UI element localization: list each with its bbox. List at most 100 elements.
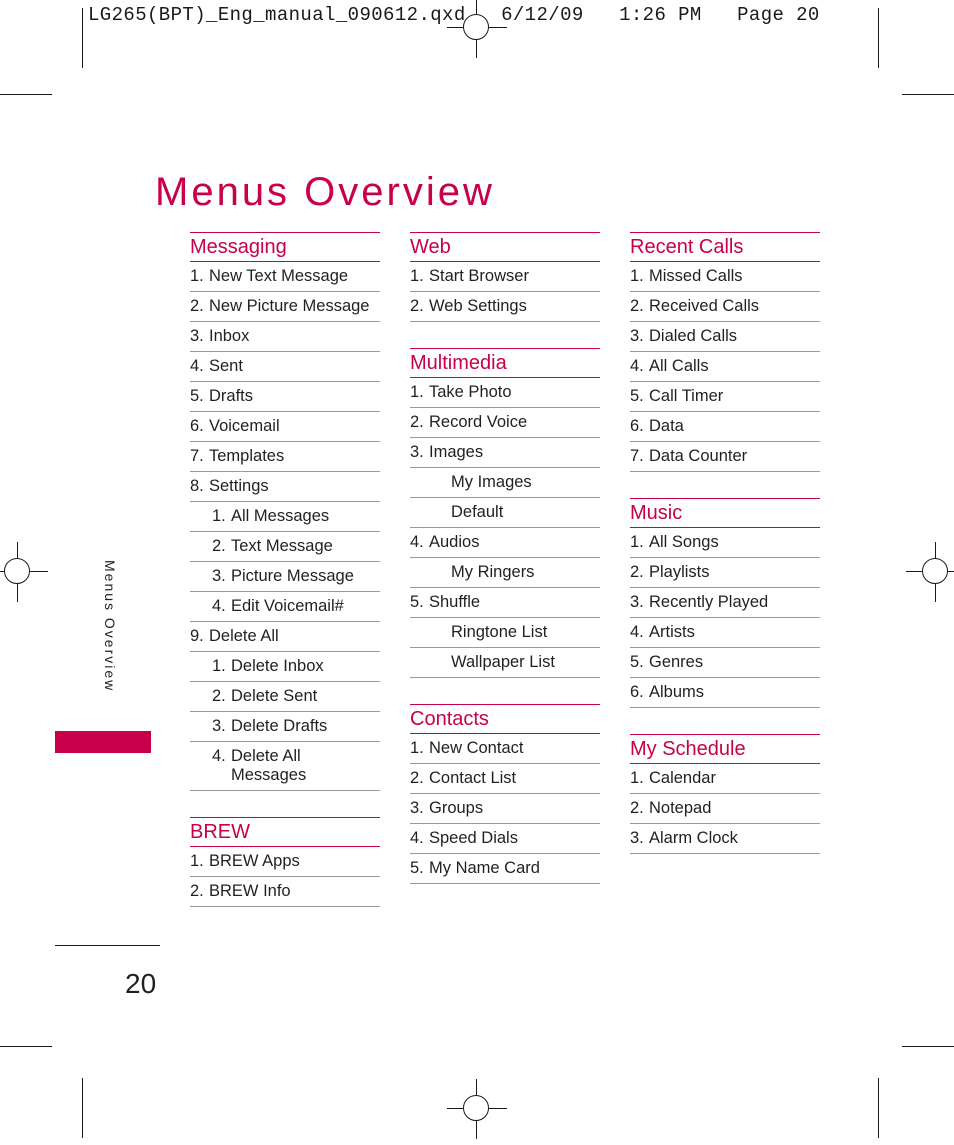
menu-item: 2. Contact List [410, 764, 600, 794]
menu-item: 8. Settings [190, 472, 380, 502]
menu-item-label: My Name Card [429, 859, 540, 877]
menu-item: 1. BREW Apps [190, 847, 380, 877]
menu-item-label: Contact List [429, 769, 517, 787]
menu-item-number: 1. [410, 739, 424, 757]
menu-item-number: 4. [410, 829, 424, 847]
menu-item: 2. New Picture Message [190, 292, 380, 322]
crop-mark-bottom-right-vertical [878, 1078, 879, 1138]
menu-item: 2. Notepad [630, 794, 820, 824]
menu-item-number: 5. [410, 859, 424, 877]
menu-item-number: 1. [630, 533, 644, 551]
menu-item-label: Start Browser [429, 267, 529, 285]
menu-item-number [432, 563, 451, 582]
menu-section: Music 1. All Songs 2. Playlists 3. Recently Pl… [630, 498, 820, 708]
menu-item-number: 2. [630, 799, 644, 817]
menu-item: 3. Images [410, 438, 600, 468]
page-number: 20 [125, 968, 157, 999]
menu-item: 4. Edit Voicemail# [190, 592, 380, 622]
menu-item: 1. New Text Message [190, 262, 380, 292]
crop-mark-bottom-left-vertical [82, 1078, 83, 1138]
menu-item-label: Data Counter [649, 447, 748, 465]
menu-section: BREW 1. BREW Apps 2. BREW Info [190, 817, 380, 907]
menu-item: Default [410, 498, 600, 528]
menu-item-number: 6. [630, 417, 644, 435]
menu-item: 5. Call Timer [630, 382, 820, 412]
menu-item: 1. Missed Calls [630, 262, 820, 292]
registration-mark-left [0, 542, 48, 602]
menu-item-label: Images [429, 443, 484, 461]
menu-item-number: 2. [630, 563, 644, 581]
menu-item-number: 4. [190, 357, 204, 375]
menu-item: 2. Playlists [630, 558, 820, 588]
menu-item-number: 2. [190, 297, 204, 315]
menu-item-number: 6. [190, 417, 204, 435]
menu-item-label: Dialed Calls [649, 327, 738, 345]
menu-item-label: My Images [451, 473, 532, 491]
menu-item-number [432, 503, 451, 522]
menu-item: 5. My Name Card [410, 854, 600, 884]
menu-item: 6. Data [630, 412, 820, 442]
menu-item: 2. Record Voice [410, 408, 600, 438]
menu-item-label: Speed Dials [429, 829, 518, 847]
menu-item-number: 8. [190, 477, 204, 495]
menu-item-number: 4. [630, 623, 644, 641]
menu-item: 1. Calendar [630, 764, 820, 794]
menu-item: 4. Sent [190, 352, 380, 382]
crop-mark-top-left-vertical [82, 8, 83, 68]
menu-item-number [432, 473, 451, 492]
registration-mark-right [906, 542, 954, 602]
menu-item-label: Albums [649, 683, 705, 701]
menu-item-number: 3. [212, 567, 226, 585]
menu-item-label: Ringtone List [451, 623, 548, 641]
menu-item-number [432, 653, 451, 672]
menu-item-label: New Text Message [209, 267, 349, 285]
registration-mark-bottom-center [447, 1079, 507, 1139]
menu-item-number: 4. [630, 357, 644, 375]
menu-item-label: Record Voice [429, 413, 528, 431]
menu-columns: Messaging 1. New Text Message 2. New Picture… [190, 232, 830, 907]
menu-column-1: Messaging 1. New Text Message 2. New Picture… [190, 232, 380, 907]
menu-item-label: Edit Voicemail# [231, 597, 344, 615]
menu-item-label: New Picture Message [209, 297, 370, 315]
menu-item-label: Voicemail [209, 417, 280, 435]
menu-item: 5. Drafts [190, 382, 380, 412]
menu-section: Multimedia 1. Take Photo 2. Record Voice 3. Im… [410, 348, 600, 678]
menu-item-label: Settings [209, 477, 269, 495]
menu-item: 6. Albums [630, 678, 820, 708]
menu-item-number: 3. [630, 327, 644, 345]
menu-item: 3. Groups [410, 794, 600, 824]
menu-item-label: All Messages [231, 507, 330, 525]
menu-item-number: 3. [410, 443, 424, 461]
menu-section-title: Music [630, 498, 820, 528]
menu-item: 3. Dialed Calls [630, 322, 820, 352]
crop-mark-left-top-horizontal [0, 94, 52, 95]
menu-item-label: Missed Calls [649, 267, 743, 285]
menu-item: 4. Speed Dials [410, 824, 600, 854]
menu-item-label: Templates [209, 447, 285, 465]
menu-item-label: Text Message [231, 537, 333, 555]
registration-mark-circle [922, 558, 948, 584]
crop-mark-left-bottom-horizontal [0, 1046, 52, 1047]
menu-item-label: Default [451, 503, 504, 521]
menu-item: 3. Delete Drafts [190, 712, 380, 742]
menu-item-number: 1. [190, 852, 204, 870]
menu-item-label: Drafts [209, 387, 254, 405]
menu-item: 9. Delete All [190, 622, 380, 652]
menu-item: 2. Web Settings [410, 292, 600, 322]
menu-item-number: 5. [410, 593, 424, 611]
menu-item-label: Picture Message [231, 567, 354, 585]
menu-item: 2. Text Message [190, 532, 380, 562]
menu-item: 3. Picture Message [190, 562, 380, 592]
menu-item-label: Inbox [209, 327, 250, 345]
menu-item: 1. New Contact [410, 734, 600, 764]
menu-item-number: 5. [190, 387, 204, 405]
menu-section-title: BREW [190, 817, 380, 847]
menu-item: 3. Inbox [190, 322, 380, 352]
menu-item-number: 4. [212, 597, 226, 615]
menu-item-label: My Ringers [451, 563, 535, 581]
menu-item-number: 2. [212, 687, 226, 705]
menu-item-number: 9. [190, 627, 204, 645]
menu-section: Contacts 1. New Contact 2. Contact List 3. Gro… [410, 704, 600, 884]
menu-item-number: 6. [630, 683, 644, 701]
menu-item: 1. All Messages [190, 502, 380, 532]
